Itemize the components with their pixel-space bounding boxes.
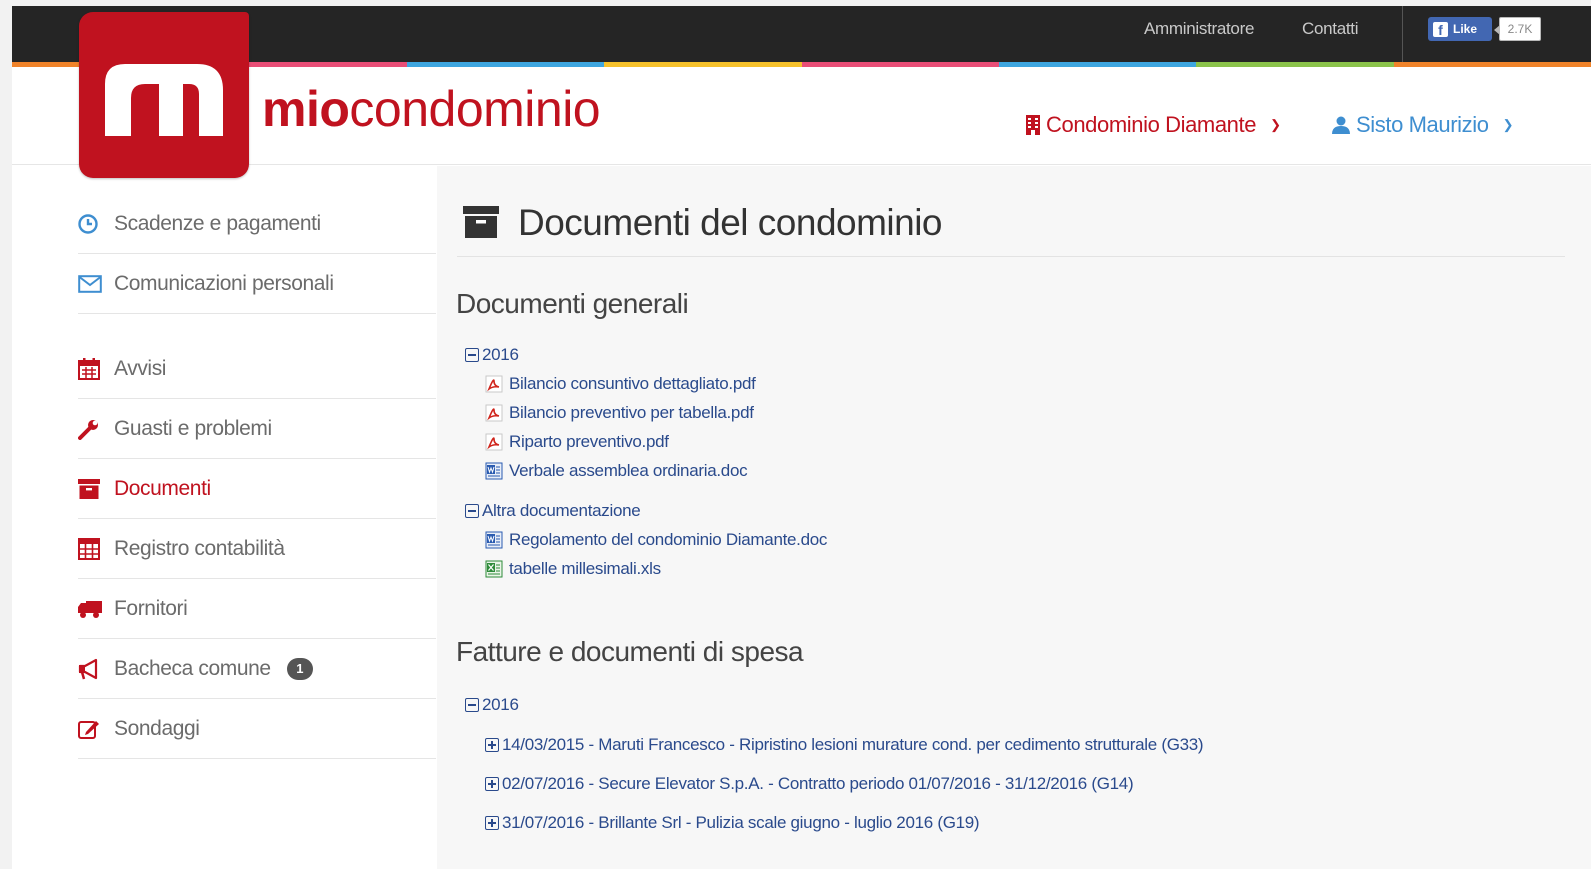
- file-name: Riparto preventivo.pdf: [509, 432, 669, 451]
- file-link[interactable]: Bilancio preventivo per tabella.pdf: [485, 403, 754, 423]
- truck-icon: [78, 600, 114, 618]
- file-name: Bilancio preventivo per tabella.pdf: [509, 403, 754, 422]
- file-link[interactable]: tabelle millesimali.xls: [485, 559, 661, 579]
- pdf-file-icon: [485, 404, 503, 422]
- archive-icon: [78, 478, 114, 499]
- invoice-label: 02/07/2016 - Secure Elevator S.p.A. - Co…: [502, 774, 1134, 793]
- user-dropdown[interactable]: Sisto Maurizio ❯: [1332, 112, 1513, 138]
- tree-folder-2016[interactable]: 2016: [465, 345, 519, 365]
- folder-label: 2016: [482, 695, 519, 714]
- file-name: Bilancio consuntivo dettagliato.pdf: [509, 374, 756, 393]
- facebook-like-button[interactable]: f Like: [1428, 17, 1492, 41]
- sidebar-item-fornitori[interactable]: Fornitori: [78, 579, 436, 639]
- logo-m-icon: [105, 64, 223, 136]
- facebook-like-count: 2.7K: [1494, 17, 1541, 41]
- invoice-item[interactable]: 31/07/2016 - Brillante Srl - Pulizia sca…: [485, 813, 980, 833]
- sidebar-item-documenti[interactable]: Documenti: [78, 459, 436, 519]
- link-amministratore[interactable]: Amministratore: [1144, 19, 1254, 39]
- file-name: Regolamento del condominio Diamante.doc: [509, 530, 828, 549]
- invoice-item[interactable]: 02/07/2016 - Secure Elevator S.p.A. - Co…: [485, 774, 1134, 794]
- facebook-like-label: Like: [1453, 22, 1478, 36]
- sidebar-item-comunicazioni[interactable]: Comunicazioni personali: [78, 254, 436, 314]
- sidebar-item-scadenze[interactable]: Scadenze e pagamenti: [78, 194, 436, 254]
- edit-icon: [78, 718, 114, 740]
- condominio-label: Condominio Diamante: [1046, 112, 1257, 137]
- app-window: Amministratore Contatti f Like 2.7K mioc…: [12, 6, 1591, 869]
- archive-icon: [463, 206, 499, 243]
- notification-badge: 1: [286, 657, 313, 680]
- doc-file-icon: [485, 531, 503, 549]
- sidebar-item-label: Documenti: [114, 476, 211, 500]
- user-label: Sisto Maurizio: [1356, 112, 1489, 137]
- chevron-down-icon: ❯: [1270, 117, 1281, 132]
- tree-folder-2016[interactable]: 2016: [465, 695, 519, 715]
- folder-label: 2016: [482, 345, 519, 364]
- expand-icon: [485, 738, 499, 752]
- invoice-label: 14/03/2015 - Maruti Francesco - Ripristi…: [502, 735, 1204, 754]
- user-icon: [1332, 116, 1350, 134]
- logo[interactable]: [79, 12, 249, 178]
- page-title: Documenti del condominio: [518, 202, 943, 243]
- sidebar-item-sondaggi[interactable]: Sondaggi: [78, 699, 436, 759]
- sidebar: Scadenze e pagamenti Comunicazioni perso…: [12, 166, 437, 869]
- pdf-file-icon: [485, 433, 503, 451]
- sidebar-item-label: Scadenze e pagamenti: [114, 211, 321, 235]
- building-icon: [1026, 115, 1040, 135]
- file-link[interactable]: Regolamento del condominio Diamante.doc: [485, 530, 827, 550]
- facebook-icon: f: [1433, 21, 1448, 38]
- folder-label: Altra documentazione: [482, 501, 641, 520]
- section-title-fatture: Fatture e documenti di spesa: [456, 636, 804, 667]
- sidebar-item-label: Guasti e problemi: [114, 416, 272, 440]
- file-link[interactable]: Verbale assemblea ordinaria.doc: [485, 461, 748, 481]
- invoice-item[interactable]: 14/03/2015 - Maruti Francesco - Ripristi…: [485, 735, 1204, 755]
- calendar-icon: [78, 357, 114, 380]
- sidebar-item-label: Comunicazioni personali: [114, 271, 334, 295]
- pdf-file-icon: [485, 375, 503, 393]
- sidebar-item-label: Bacheca comune: [114, 656, 271, 680]
- tree-folder-altra-documentazione[interactable]: Altra documentazione: [465, 501, 641, 521]
- sidebar-item-label: Avvisi: [114, 356, 167, 380]
- sidebar-item-label: Fornitori: [114, 596, 188, 620]
- section-title-generali: Documenti generali: [456, 288, 689, 319]
- collapse-icon: [465, 348, 479, 362]
- link-contatti[interactable]: Contatti: [1302, 19, 1358, 39]
- brand-wordmark[interactable]: miocondominio: [262, 84, 601, 134]
- table-icon: [78, 537, 114, 560]
- doc-file-icon: [485, 462, 503, 480]
- clock-icon: [78, 213, 114, 234]
- file-link[interactable]: Bilancio consuntivo dettagliato.pdf: [485, 374, 756, 394]
- file-name: Verbale assemblea ordinaria.doc: [509, 461, 748, 480]
- file-name: tabelle millesimali.xls: [509, 559, 661, 578]
- wrench-icon: [78, 418, 114, 440]
- xls-file-icon: [485, 560, 503, 578]
- chevron-down-icon: ❯: [1502, 117, 1514, 132]
- collapse-icon: [465, 504, 479, 518]
- sidebar-item-label: Sondaggi: [114, 716, 200, 740]
- megaphone-icon: [78, 658, 114, 680]
- sidebar-item-label: Registro contabilità: [114, 536, 285, 560]
- invoice-label: 31/07/2016 - Brillante Srl - Pulizia sca…: [502, 813, 980, 832]
- collapse-icon: [465, 698, 479, 712]
- main-content: Documenti del condominio Documenti gener…: [437, 166, 1591, 869]
- expand-icon: [485, 777, 499, 791]
- sidebar-item-registro[interactable]: Registro contabilità: [78, 519, 436, 579]
- sidebar-item-avvisi[interactable]: Avvisi: [78, 339, 436, 399]
- divider: [457, 256, 1565, 257]
- sidebar-item-bacheca[interactable]: Bacheca comune 1: [78, 639, 436, 699]
- envelope-icon: [78, 274, 114, 293]
- sidebar-item-guasti[interactable]: Guasti e problemi: [78, 399, 436, 459]
- file-link[interactable]: Riparto preventivo.pdf: [485, 432, 669, 452]
- expand-icon: [485, 816, 499, 830]
- divider: [1402, 6, 1403, 62]
- condominio-dropdown[interactable]: Condominio Diamante ❯: [1026, 112, 1281, 138]
